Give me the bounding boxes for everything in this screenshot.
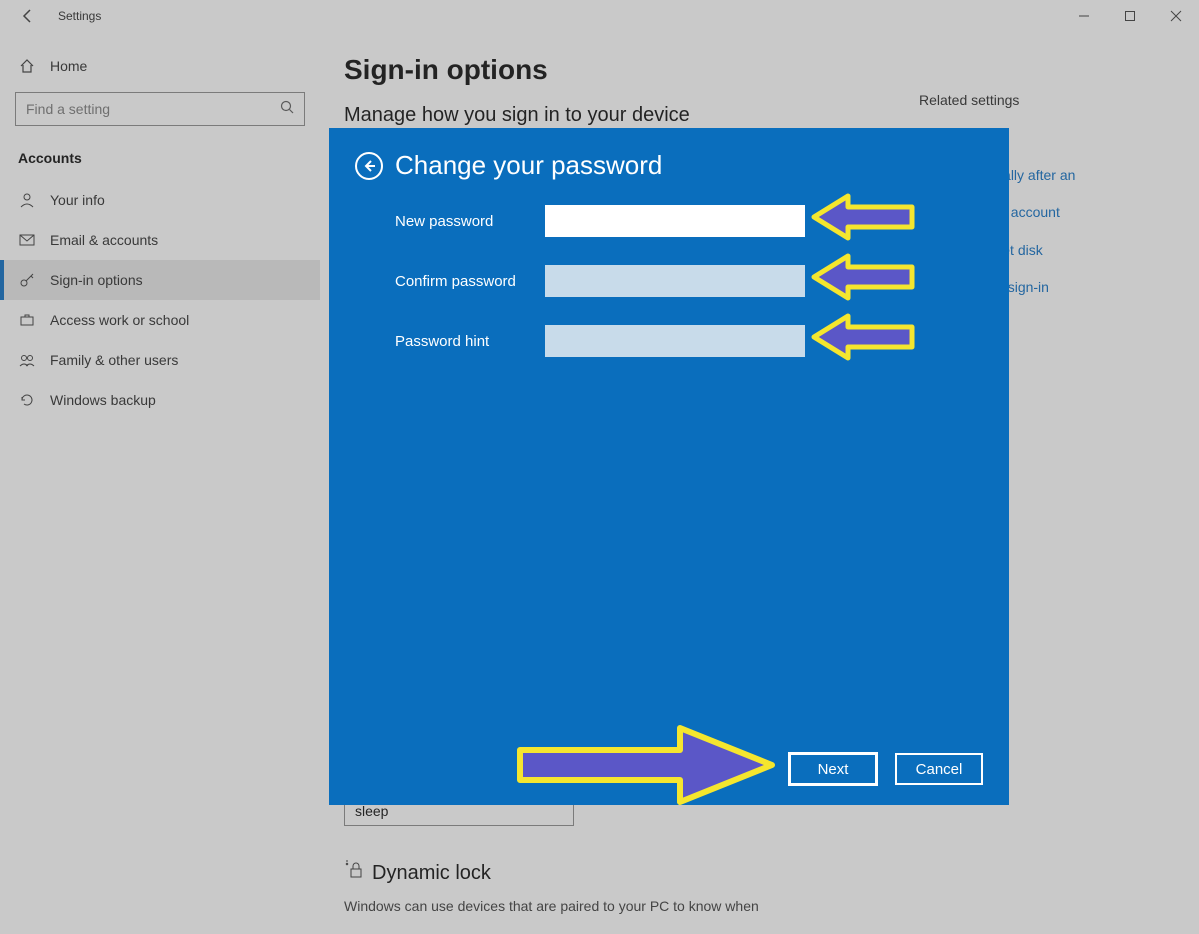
titlebar: Settings xyxy=(0,0,1199,32)
new-password-input[interactable] xyxy=(545,205,805,237)
sidebar: Home Accounts Your info Email & accounts… xyxy=(0,32,320,934)
dialog-title: Change your password xyxy=(395,150,662,181)
people-icon xyxy=(18,352,36,368)
sidebar-item-label: Sign-in options xyxy=(50,272,143,288)
page-title: Sign-in options xyxy=(344,54,1169,86)
dynamic-lock-heading: Dynamic lock xyxy=(344,860,899,886)
next-button[interactable]: Next xyxy=(789,753,877,785)
search-box[interactable] xyxy=(15,92,305,126)
home-nav[interactable]: Home xyxy=(0,46,320,86)
home-icon xyxy=(18,58,36,74)
person-icon xyxy=(18,192,36,208)
dialog-back-button[interactable] xyxy=(355,152,383,180)
password-hint-label: Password hint xyxy=(395,333,545,350)
new-password-label: New password xyxy=(395,213,545,230)
related-title: Related settings xyxy=(919,92,1169,108)
close-button[interactable] xyxy=(1153,0,1199,32)
annotation-arrow-left-icon xyxy=(808,190,918,245)
window-title: Settings xyxy=(58,9,101,23)
confirm-password-input[interactable] xyxy=(545,265,805,297)
dynamic-lock-desc: Windows can use devices that are paired … xyxy=(344,898,899,914)
annotation-arrow-right-icon xyxy=(510,720,780,810)
search-icon xyxy=(280,100,294,119)
cancel-button[interactable]: Cancel xyxy=(895,753,983,785)
annotation-arrow-left-icon xyxy=(808,250,918,305)
maximize-button[interactable] xyxy=(1107,0,1153,32)
home-label: Home xyxy=(50,58,87,74)
sidebar-item-family[interactable]: Family & other users xyxy=(0,340,320,380)
sidebar-item-label: Windows backup xyxy=(50,392,156,408)
sidebar-item-label: Email & accounts xyxy=(50,232,158,248)
sidebar-item-label: Family & other users xyxy=(50,352,178,368)
mail-icon xyxy=(18,232,36,248)
sidebar-item-label: Your info xyxy=(50,192,105,208)
sidebar-item-your-info[interactable]: Your info xyxy=(0,180,320,220)
sidebar-item-email[interactable]: Email & accounts xyxy=(0,220,320,260)
sidebar-item-backup[interactable]: Windows backup xyxy=(0,380,320,420)
minimize-button[interactable] xyxy=(1061,0,1107,32)
confirm-password-label: Confirm password xyxy=(395,273,545,290)
password-hint-input[interactable] xyxy=(545,325,805,357)
back-button[interactable] xyxy=(10,8,46,24)
briefcase-icon xyxy=(18,312,36,328)
key-icon xyxy=(18,272,36,288)
sparkle-lock-icon xyxy=(344,860,364,886)
sidebar-item-work-school[interactable]: Access work or school xyxy=(0,300,320,340)
sidebar-section-label: Accounts xyxy=(0,144,320,180)
search-input[interactable] xyxy=(26,101,280,117)
annotation-arrow-left-icon xyxy=(808,310,918,365)
refresh-icon xyxy=(18,392,36,408)
sidebar-item-sign-in[interactable]: Sign-in options xyxy=(0,260,320,300)
sidebar-item-label: Access work or school xyxy=(50,312,189,328)
